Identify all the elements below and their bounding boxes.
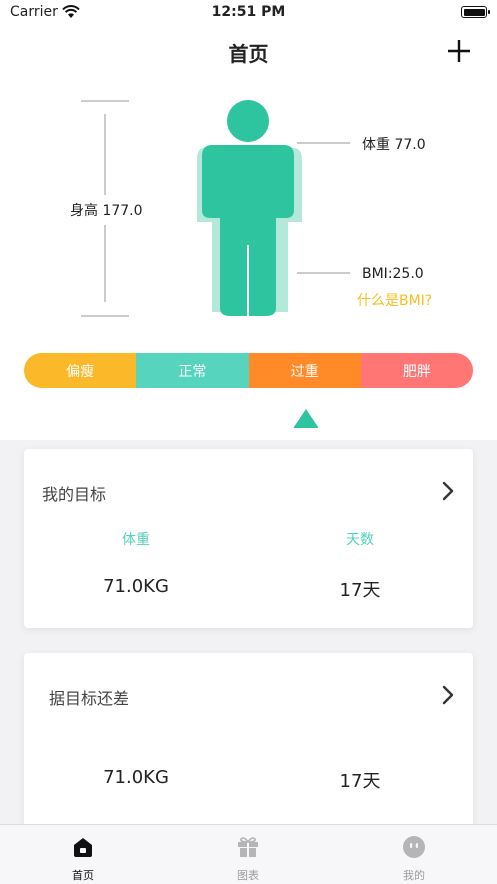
tab-mine-label: 我的 (403, 869, 425, 882)
goal-days-value: 17天 (339, 580, 381, 601)
home-icon (74, 838, 92, 857)
bmi-segment-underweight: 偏瘦 (24, 353, 137, 388)
tab-chart-label: 图表 (237, 869, 259, 882)
face-icon (403, 836, 425, 858)
goal-card[interactable]: 我的目标 体重 天数 71.0KG 17天 (24, 449, 473, 628)
bmi-segment-normal: 正常 (136, 353, 249, 388)
bmi-indicator-triangle-icon (293, 409, 319, 428)
goal-days-label: 天数 (346, 532, 374, 548)
bmi-label: BMI:25.0 (362, 266, 424, 282)
chevron-right-icon[interactable] (441, 481, 455, 501)
bmi-segment-obese: 肥胖 (360, 353, 473, 388)
tab-mine[interactable]: 我的 (354, 825, 474, 884)
remaining-card-title: 据目标还差 (49, 689, 130, 708)
weight-label: 体重 77.0 (362, 137, 426, 153)
tab-home-label: 首页 (72, 869, 94, 882)
goal-card-title: 我的目标 (42, 485, 107, 504)
tab-home[interactable]: 首页 (23, 825, 143, 884)
remaining-days-value: 17天 (339, 771, 381, 792)
goal-weight-value: 71.0KG (103, 576, 169, 597)
remaining-card[interactable]: 据目标还差 71.0KG 17天 (24, 653, 473, 853)
remaining-weight-value: 71.0KG (103, 767, 169, 788)
tab-chart[interactable]: 图表 (188, 825, 308, 884)
bmi-segment-overweight: 过重 (248, 353, 361, 388)
chevron-right-icon[interactable] (441, 685, 455, 705)
gift-icon (238, 837, 258, 857)
height-label: 身高 177.0 (70, 203, 143, 219)
goal-weight-label: 体重 (122, 532, 150, 548)
bmi-scale-bar: 偏瘦 正常 过重 肥胖 (24, 353, 473, 388)
what-is-bmi-link[interactable]: 什么是BMI? (357, 290, 432, 310)
tab-bar: 首页 图表 我的 (0, 824, 497, 884)
